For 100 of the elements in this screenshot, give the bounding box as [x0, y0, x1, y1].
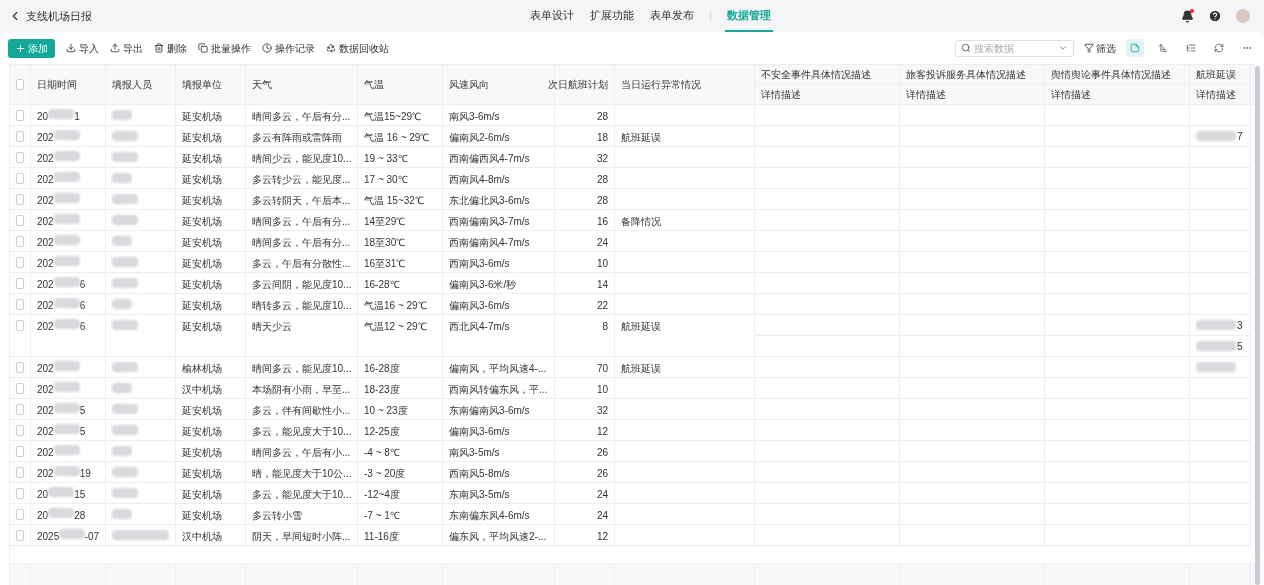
table-cell-text: 多云，午后有分散性... [252, 257, 351, 271]
avatar[interactable] [1236, 9, 1250, 23]
toolbar-button[interactable]: 批量操作 [198, 40, 251, 56]
recycle-icon [326, 43, 336, 53]
toolbar-button[interactable]: 数据回收站 [326, 40, 389, 56]
redacted-text [112, 173, 132, 183]
checkbox[interactable] [16, 152, 24, 163]
table-cell-text: 偏南风，平均风速4-... [449, 362, 547, 376]
table-cell-text: -12~4度 [364, 488, 400, 502]
bell-icon[interactable] [1181, 9, 1194, 23]
table-cell-text: 延安机场 [182, 467, 222, 481]
redacted-text [112, 509, 132, 519]
checkbox[interactable] [16, 509, 24, 520]
table-cell-text: 延安机场 [182, 215, 222, 229]
table-cell-text: 西北风4-7m/s [449, 320, 510, 334]
nav-tab[interactable]: 扩展功能 [588, 0, 636, 32]
table-cell-text: 延安机场 [182, 320, 222, 334]
checkbox[interactable] [16, 467, 24, 478]
column-subheader: 详情描述 [1196, 88, 1236, 102]
table-cell-text: -7 ~ 1℃ [364, 509, 400, 523]
date-text: 20 [37, 110, 49, 124]
checkbox[interactable] [16, 257, 24, 268]
nav-tab[interactable]: 表单发布 [648, 0, 696, 32]
date-text: 5 [79, 425, 86, 439]
search-input[interactable]: 搜索数据 [974, 40, 1054, 56]
redacted-text [59, 529, 85, 539]
table-cell-text: 18-23度 [364, 383, 400, 397]
table-cell-text: 8 [602, 320, 608, 334]
redacted-text [112, 425, 138, 435]
toolbar-button[interactable]: 导入 [66, 40, 99, 56]
column-header: 舆情舆论事件具体情况描述 [1051, 68, 1171, 82]
date-text: 20 [37, 509, 49, 523]
table-cell-text: 延安机场 [182, 509, 222, 523]
checkbox[interactable] [16, 362, 24, 373]
scrollbar[interactable] [1255, 66, 1260, 585]
table-cell-text: 延安机场 [182, 131, 222, 145]
filter-button[interactable]: 筛选 [1084, 40, 1116, 56]
table-cell-text: 10 [596, 383, 608, 397]
view-button[interactable] [1126, 39, 1144, 57]
checkbox[interactable] [16, 446, 24, 457]
table-cell-text: 西南风3-6m/s [449, 257, 510, 271]
table-cell-text: 18至30℃ [364, 236, 406, 250]
table-cell-text: 本场阴有小雨，早至... [252, 383, 351, 397]
date-text: 202 [37, 299, 54, 313]
checkbox[interactable] [16, 530, 24, 541]
redacted-text [53, 151, 80, 161]
column-subheader: 详情描述 [761, 88, 801, 102]
column-header: 不安全事件具体情况描述 [761, 68, 871, 82]
column-header: 天气 [252, 78, 272, 92]
nav-tab[interactable]: 表单设计 [528, 0, 576, 32]
checkbox[interactable] [16, 404, 24, 415]
date-text: 202 [37, 467, 54, 481]
copy-icon [198, 43, 208, 53]
date-text: 5 [79, 404, 86, 418]
list-icon [1186, 43, 1196, 53]
checkbox[interactable] [16, 278, 24, 289]
checkbox[interactable] [16, 299, 24, 310]
checkbox[interactable] [16, 236, 24, 247]
table-cell-text: 气温16 ~ 29℃ [364, 299, 427, 313]
toolbar-button[interactable]: 导出 [110, 40, 143, 56]
redacted-text [53, 361, 80, 371]
checkbox[interactable] [16, 215, 24, 226]
column-header: 填报人员 [112, 78, 152, 92]
checkbox[interactable] [16, 173, 24, 184]
checkbox[interactable] [16, 110, 24, 121]
table-cell-text: 16至31℃ [364, 257, 406, 271]
table-cell-text: 晴间多云，午后有分... [252, 215, 351, 229]
table-cell-text: 汉中机场 [182, 530, 222, 544]
redacted-text [112, 488, 138, 498]
table-cell-text: 晴，能见度大于10公... [252, 467, 352, 481]
date-text: 202 [37, 425, 54, 439]
toolbar-button[interactable]: 删除 [154, 40, 187, 56]
table-cell-text: 延安机场 [182, 236, 222, 250]
checkbox[interactable] [16, 131, 24, 142]
search-box[interactable]: 搜索数据 [955, 39, 1074, 57]
toolbar-button[interactable]: 操作记录 [262, 40, 315, 56]
table-cell-text: 多云有阵雨或雷阵雨 [252, 131, 342, 145]
checkbox[interactable] [16, 383, 24, 394]
upload-icon [110, 43, 120, 53]
checkbox[interactable] [16, 194, 24, 205]
date-text: -07 [84, 530, 99, 544]
table-cell-text: 延安机场 [182, 278, 222, 292]
table-cell-text: 14 [596, 278, 608, 292]
help-icon[interactable] [1208, 9, 1222, 23]
table-cell-text: 28 [596, 173, 608, 187]
checkbox[interactable] [16, 425, 24, 436]
date-text: 202 [37, 236, 54, 250]
table-cell-text: 气温12 ~ 29℃ [364, 320, 427, 334]
checkbox[interactable] [16, 488, 24, 499]
table-cell-text: 多云转少云，能见度... [252, 173, 351, 187]
checkbox[interactable] [16, 79, 24, 90]
table-cell-text: 西南偏南风4-7m/s [449, 236, 530, 250]
date-text: 15 [74, 488, 86, 502]
date-text: 202 [37, 278, 54, 292]
date-text: 202 [37, 152, 54, 166]
redacted-text [53, 235, 80, 245]
table-cell-text: 偏东风，平均风速2-... [449, 530, 547, 544]
table-cell-text: 多云转小雪 [252, 509, 302, 523]
checkbox[interactable] [16, 320, 24, 331]
table-cell-text: 11-16度 [364, 530, 399, 544]
